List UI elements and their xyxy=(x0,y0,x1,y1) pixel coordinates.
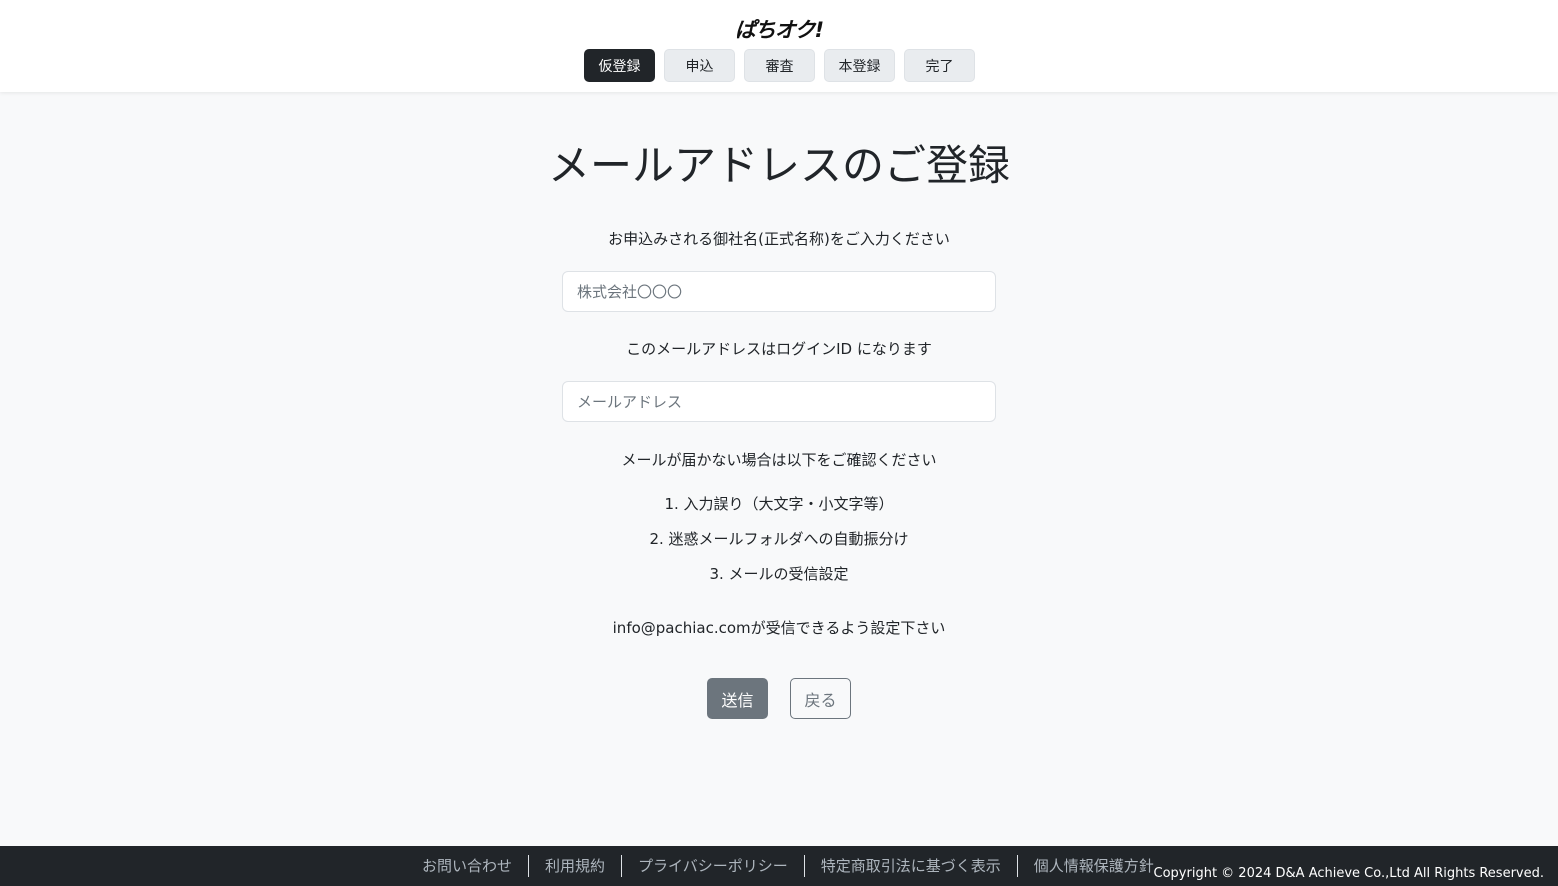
back-button[interactable]: 戻る xyxy=(790,678,851,719)
company-name-label: お申込みされる御社名(正式名称)をご入力ください xyxy=(608,230,950,248)
footer-link-commercial-law[interactable]: 特定商取引法に基づく表示 xyxy=(803,855,1017,877)
step-review[interactable]: 審査 xyxy=(744,49,815,82)
footer-links: お問い合わせ 利用規約 プライバシーポリシー 特定商取引法に基づく表示 個人情報… xyxy=(406,846,1170,886)
footer-link-contact[interactable]: お問い合わせ xyxy=(406,855,528,877)
footer-link-personal-info[interactable]: 個人情報保護方針 xyxy=(1016,855,1170,877)
site-footer: お問い合わせ 利用規約 プライバシーポリシー 特定商取引法に基づく表示 個人情報… xyxy=(0,846,1558,886)
info-text: info@pachiac.comが受信できるよう設定下さい xyxy=(612,619,946,637)
email-label: このメールアドレスはログインID になります xyxy=(626,340,932,358)
site-logo[interactable]: ぱちオク! xyxy=(0,14,1558,44)
notice-heading: メールが届かない場合は以下をご確認ください xyxy=(621,451,937,469)
step-full-registration[interactable]: 本登録 xyxy=(824,49,895,82)
notice-item: 3. メールの受信設定 xyxy=(709,565,849,583)
email-input[interactable] xyxy=(562,381,996,422)
footer-link-terms[interactable]: 利用規約 xyxy=(528,855,621,877)
step-application[interactable]: 申込 xyxy=(664,49,735,82)
notice-item: 2. 迷惑メールフォルダへの自動振分け xyxy=(649,530,909,548)
progress-steps: 仮登録 申込 審査 本登録 完了 xyxy=(584,49,975,82)
main-content: メールアドレスのご登録 お申込みされる御社名(正式名称)をご入力ください このメ… xyxy=(0,92,1558,846)
site-header: ぱちオク! 仮登録 申込 審査 本登録 完了 xyxy=(0,0,1558,92)
step-provisional-registration[interactable]: 仮登録 xyxy=(584,49,655,82)
notice-item: 1. 入力誤り（大文字・小文字等） xyxy=(664,495,894,513)
copyright-text: Copyright © 2024 D&A Achieve Co.,Ltd All… xyxy=(1153,866,1544,881)
send-button[interactable]: 送信 xyxy=(707,678,768,719)
page-title: メールアドレスのご登録 xyxy=(547,141,1010,190)
footer-link-privacy[interactable]: プライバシーポリシー xyxy=(621,855,804,877)
company-name-input[interactable] xyxy=(562,271,996,312)
step-complete[interactable]: 完了 xyxy=(904,49,975,82)
